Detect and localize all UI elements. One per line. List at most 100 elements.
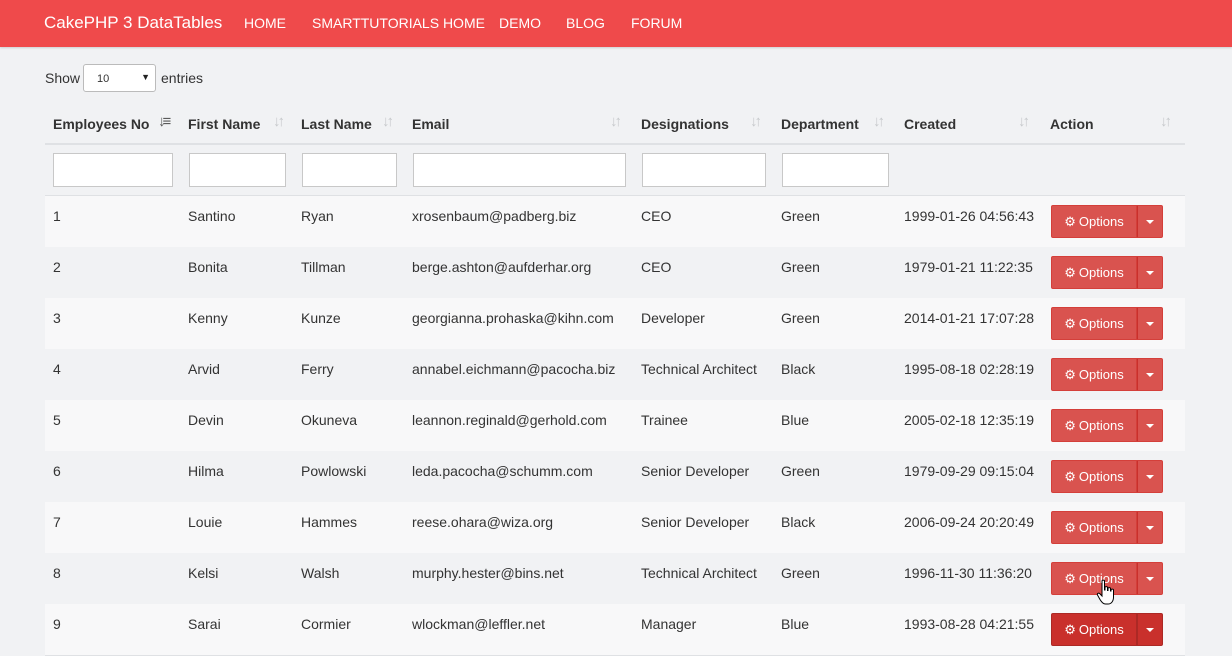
chevron-down-icon: ▼ (141, 72, 150, 82)
entries-label: entries (161, 70, 204, 86)
designation-cell: CEO (641, 259, 672, 275)
show-label: Show (45, 70, 81, 86)
options-button[interactable]: ⚙ Options (1051, 460, 1137, 493)
designation-cell: Manager (641, 616, 697, 632)
options-button-group: ⚙ Options (1051, 460, 1163, 493)
designation-cell: Senior Developer (641, 514, 750, 530)
designation-cell: Technical Architect (641, 565, 757, 581)
options-button[interactable]: ⚙ Options (1051, 358, 1137, 391)
employee-no-cell: 3 (53, 310, 61, 326)
col-header-first-name[interactable]: First Name (188, 116, 260, 132)
first-name-cell: Sarai (188, 616, 221, 632)
options-dropdown-toggle[interactable] (1137, 205, 1163, 238)
created-cell: 1999-01-26 04:56:43 (904, 208, 1034, 224)
created-cell: 1995-08-18 02:28:19 (904, 361, 1034, 377)
employee-no-cell: 4 (53, 361, 61, 377)
options-dropdown-toggle[interactable] (1137, 307, 1163, 340)
options-button[interactable]: ⚙ Options (1051, 562, 1137, 595)
options-dropdown-toggle[interactable] (1137, 562, 1163, 595)
options-button-group: ⚙ Options (1051, 205, 1163, 238)
col-header-last-name[interactable]: Last Name (301, 116, 372, 132)
email-cell: georgianna.prohaska@kihn.com (412, 310, 614, 326)
nav-blog[interactable]: BLOG (566, 15, 605, 31)
options-button-group: ⚙ Options (1051, 613, 1163, 646)
email-cell: leda.pacocha@schumm.com (412, 463, 593, 479)
department-cell: Green (781, 565, 820, 581)
employee-no-cell: 5 (53, 412, 61, 428)
filter-last-name-input[interactable] (302, 153, 397, 187)
sort-icon: ↓↑ (273, 113, 285, 130)
options-button[interactable]: ⚙ Options (1051, 307, 1137, 340)
options-dropdown-toggle[interactable] (1137, 256, 1163, 289)
options-button-group: ⚙ Options (1051, 307, 1163, 340)
nav-demo[interactable]: DEMO (499, 15, 541, 31)
first-name-cell: Kenny (188, 310, 228, 326)
col-header-action[interactable]: Action (1050, 116, 1094, 132)
nav-home[interactable]: HOME (244, 15, 286, 31)
email-cell: reese.ohara@wiza.org (412, 514, 554, 530)
col-header-employees-no[interactable]: Employees No (53, 116, 149, 132)
department-cell: Green (781, 208, 820, 224)
designation-cell: Senior Developer (641, 463, 750, 479)
filter-designations-input[interactable] (642, 153, 766, 187)
sort-icon: ↓↑ (1160, 113, 1172, 130)
last-name-cell: Hammes (301, 514, 358, 530)
filter-row (45, 145, 1185, 196)
options-button[interactable]: ⚙ Options (1051, 409, 1137, 442)
last-name-cell: Powlowski (301, 463, 367, 479)
options-dropdown-toggle[interactable] (1137, 613, 1163, 646)
employee-no-cell: 7 (53, 514, 61, 530)
options-button[interactable]: ⚙ Options (1051, 511, 1137, 544)
nav-smarttutorials-home[interactable]: SMARTTUTORIALS HOME (312, 15, 485, 31)
filter-department-input[interactable] (782, 153, 889, 187)
last-name-cell: Kunze (301, 310, 341, 326)
filter-email-input[interactable] (413, 153, 626, 187)
options-dropdown-toggle[interactable] (1137, 358, 1163, 391)
nav-forum[interactable]: FORUM (631, 15, 682, 31)
table-header: Employees No ↓≡ First Name ↓↑ Last Name … (45, 104, 1185, 145)
gear-icon: ⚙ (1064, 468, 1076, 484)
options-button[interactable]: ⚙ Options (1051, 205, 1137, 238)
options-button-group: ⚙ Options (1051, 511, 1163, 544)
options-label: Options (1078, 213, 1124, 229)
options-dropdown-toggle[interactable] (1137, 511, 1163, 544)
options-label: Options (1078, 417, 1124, 433)
filter-first-name-input[interactable] (189, 153, 286, 187)
email-cell: wlockman@leffler.net (412, 616, 546, 632)
designation-cell: Developer (641, 310, 705, 326)
employee-no-cell: 8 (53, 565, 61, 581)
first-name-cell: Louie (188, 514, 223, 530)
first-name-cell: Devin (188, 412, 224, 428)
table-row: 7 Louie Hammes reese.ohara@wiza.org Senior D… (45, 502, 1185, 554)
col-header-email[interactable]: Email (412, 116, 449, 132)
caret-down-icon (1146, 424, 1154, 428)
created-cell: 2006-09-24 20:20:49 (904, 514, 1034, 530)
department-cell: Green (781, 310, 820, 326)
options-button[interactable]: ⚙ Options (1051, 256, 1137, 289)
brand-link[interactable]: CakePHP 3 DataTables (44, 13, 222, 33)
email-cell: xrosenbaum@padberg.biz (412, 208, 577, 224)
last-name-cell: Walsh (301, 565, 340, 581)
col-header-department[interactable]: Department (781, 116, 859, 132)
options-dropdown-toggle[interactable] (1137, 409, 1163, 442)
gear-icon: ⚙ (1064, 519, 1076, 535)
options-button-group: ⚙ Options (1051, 256, 1163, 289)
options-label: Options (1078, 315, 1124, 331)
col-header-designations[interactable]: Designations (641, 116, 729, 132)
employee-no-cell: 9 (53, 616, 61, 632)
last-name-cell: Okuneva (301, 412, 358, 428)
filter-employees-no-input[interactable] (53, 153, 173, 187)
email-cell: annabel.eichmann@pacocha.biz (412, 361, 616, 377)
caret-down-icon (1146, 526, 1154, 530)
col-header-created[interactable]: Created (904, 116, 956, 132)
options-dropdown-toggle[interactable] (1137, 460, 1163, 493)
options-label: Options (1078, 621, 1124, 637)
entries-select[interactable]: 10 ▼ (83, 64, 156, 92)
table-row: 2 Bonita Tillman berge.ashton@aufderhar.org… (45, 247, 1185, 299)
first-name-cell: Kelsi (188, 565, 219, 581)
options-button[interactable]: ⚙ Options (1051, 613, 1137, 646)
department-cell: Blue (781, 616, 810, 632)
created-cell: 1979-09-29 09:15:04 (904, 463, 1034, 479)
employee-no-cell: 2 (53, 259, 61, 275)
entries-select-value: 10 (97, 73, 110, 85)
